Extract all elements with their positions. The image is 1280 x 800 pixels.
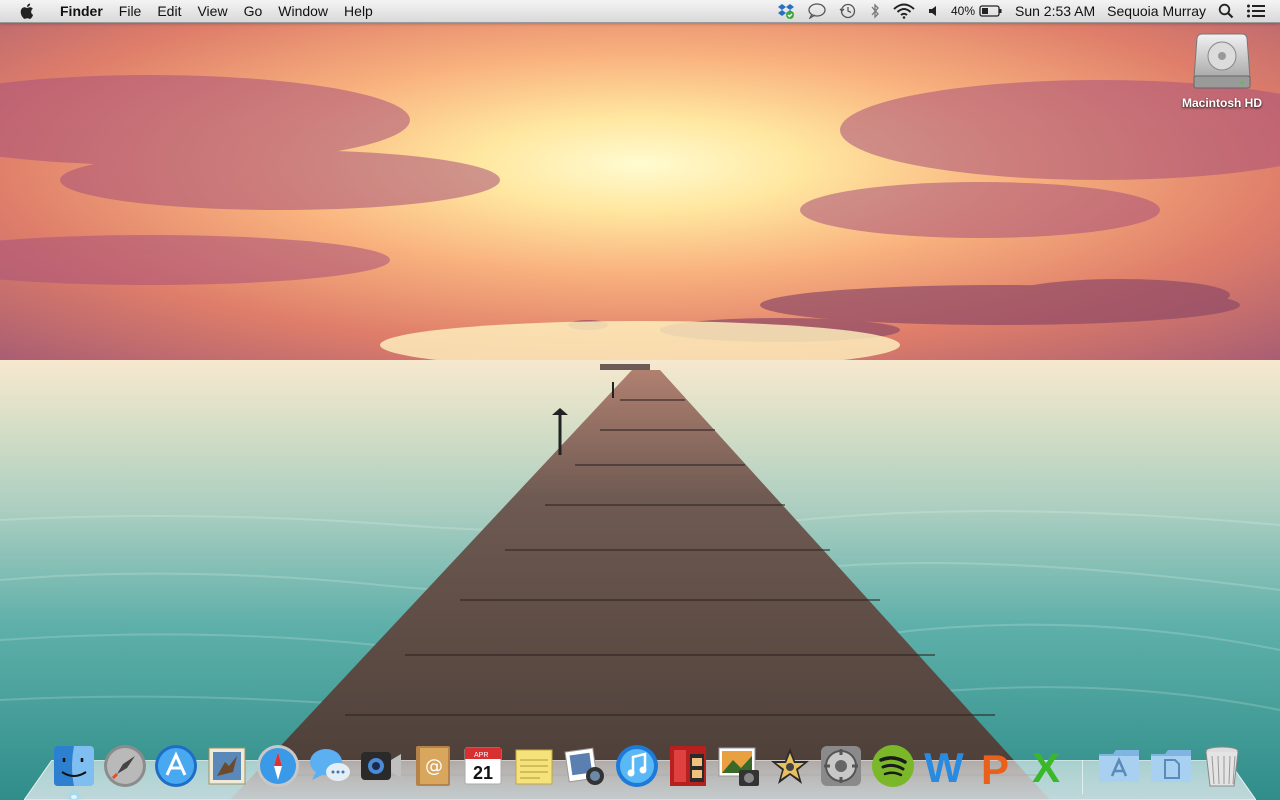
- dock-imovie[interactable]: [766, 742, 814, 790]
- wifi-icon[interactable]: [893, 0, 915, 22]
- calendar-day: 21: [473, 763, 493, 783]
- status-menu-area: 40% Sun 2:53 AM Sequoia Murray: [771, 0, 1280, 22]
- app-store-icon: [154, 745, 197, 787]
- svg-text:@: @: [425, 756, 443, 777]
- dock-microsoft-powerpoint[interactable]: P: [971, 742, 1019, 790]
- powerpoint-letter: P: [981, 746, 1009, 790]
- word-icon: W: [924, 744, 964, 790]
- dock-calendar[interactable]: APR 21: [459, 742, 507, 790]
- dock-applications-stack[interactable]: [1095, 742, 1143, 790]
- battery-status[interactable]: 40%: [951, 0, 1003, 22]
- dock-messages[interactable]: [306, 742, 354, 790]
- excel-icon: X: [1032, 744, 1060, 790]
- dock-notes[interactable]: [510, 742, 558, 790]
- contacts-icon: @: [415, 746, 450, 786]
- bluetooth-icon[interactable]: [869, 0, 881, 22]
- dock: @ APR 21 W P X: [48, 738, 1247, 799]
- imovie-icon: [771, 748, 810, 784]
- menu-view[interactable]: View: [189, 0, 235, 22]
- user-name[interactable]: Sequoia Murray: [1107, 0, 1206, 22]
- dock-finder[interactable]: [50, 742, 98, 799]
- menu-edit[interactable]: Edit: [149, 0, 189, 22]
- macintosh-hd-desktop-icon[interactable]: Macintosh HD: [1176, 30, 1268, 110]
- facetime-icon: [360, 752, 401, 780]
- menu-go[interactable]: Go: [236, 0, 271, 22]
- iphoto-icon: [718, 747, 760, 786]
- dock-documents-stack[interactable]: [1147, 742, 1195, 790]
- battery-percent: 40%: [950, 4, 975, 18]
- dock-facetime[interactable]: [357, 742, 405, 790]
- dock-launchpad[interactable]: [101, 742, 149, 790]
- dock-separator: [1072, 742, 1094, 794]
- trash-icon: [1205, 746, 1239, 787]
- running-indicator: [70, 795, 77, 799]
- volume-icon[interactable]: [927, 0, 939, 22]
- apple-logo-icon[interactable]: [16, 2, 40, 20]
- dock-photo-booth[interactable]: [561, 742, 609, 790]
- calendar-icon: APR 21: [464, 747, 502, 785]
- dock-safari[interactable]: [254, 742, 302, 790]
- calendar-month: APR: [474, 752, 488, 759]
- excel-letter: X: [1032, 744, 1060, 790]
- desktop[interactable]: Finder File Edit View Go Window Help 40%…: [0, 0, 1280, 800]
- menu-finder[interactable]: Finder: [52, 0, 111, 22]
- system-preferences-icon: [821, 746, 862, 786]
- dock-microsoft-word[interactable]: W: [920, 742, 968, 790]
- dock-app-store[interactable]: [152, 742, 200, 790]
- spotify-icon: [871, 745, 914, 787]
- desktop-wallpaper: [0, 0, 1280, 800]
- menu-file[interactable]: File: [111, 0, 150, 22]
- dock-system-preferences[interactable]: [817, 742, 865, 790]
- battery-icon: [979, 5, 1002, 17]
- time-machine-icon[interactable]: [839, 0, 857, 22]
- macintosh-hd-label: Macintosh HD: [1181, 96, 1262, 110]
- menu-help[interactable]: Help: [336, 0, 381, 22]
- itunes-icon: [615, 745, 658, 787]
- dock-iphoto[interactable]: [715, 742, 763, 790]
- dropbox-icon[interactable]: [777, 0, 795, 22]
- dock-trash[interactable]: [1198, 742, 1246, 790]
- dock-spotify[interactable]: [869, 742, 917, 790]
- documents-folder-icon: [1150, 750, 1191, 782]
- menu-window[interactable]: Window: [270, 0, 336, 22]
- word-letter: W: [924, 744, 964, 790]
- launchpad-icon: [103, 745, 146, 787]
- dock-mail[interactable]: [203, 742, 251, 790]
- safari-icon: [257, 745, 300, 787]
- dock-itunes[interactable]: [613, 742, 661, 790]
- mail-icon: [208, 747, 246, 785]
- applications-folder-icon: [1099, 750, 1140, 782]
- notification-center-icon[interactable]: [1246, 0, 1266, 22]
- spotlight-search-icon[interactable]: [1218, 0, 1234, 22]
- messages-status-icon[interactable]: [807, 0, 827, 22]
- photo-booth-movie-icon: [669, 746, 706, 786]
- powerpoint-icon: P: [981, 746, 1009, 790]
- photo-booth-icon: [564, 747, 605, 785]
- finder-icon: [53, 746, 94, 786]
- clock[interactable]: Sun 2:53 AM: [1015, 0, 1095, 22]
- hard-drive-icon: [1192, 30, 1252, 92]
- dock-microsoft-excel[interactable]: X: [1022, 742, 1070, 790]
- messages-icon: [309, 749, 350, 781]
- dock-contacts[interactable]: @: [408, 742, 456, 790]
- notes-icon: [515, 749, 553, 785]
- dock-photo-booth-movie[interactable]: [664, 742, 712, 790]
- menu-bar: Finder File Edit View Go Window Help 40%…: [0, 0, 1280, 23]
